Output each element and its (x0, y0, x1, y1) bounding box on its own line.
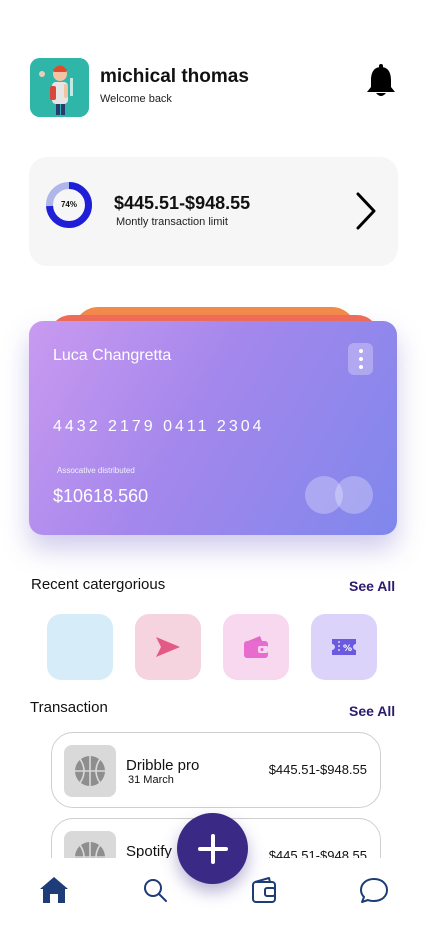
plus-icon (197, 833, 228, 864)
transaction-list: Dribble pro 31 March $445.51-$948.55 Spo… (0, 0, 428, 858)
chat-icon[interactable] (358, 874, 390, 906)
transaction-icon (64, 745, 116, 797)
basketball-icon (75, 756, 105, 786)
transaction-date: 31 March (128, 774, 174, 786)
home-icon[interactable] (38, 874, 70, 906)
basketball-icon (75, 842, 105, 858)
transaction-amount: $445.51-$948.55 (268, 762, 367, 777)
search-icon[interactable] (140, 874, 172, 906)
transaction-icon (64, 831, 116, 858)
transaction-title: Dribble pro (126, 757, 200, 774)
add-button[interactable] (177, 813, 248, 884)
transaction-amount: $445.51-$948.55 (268, 848, 367, 858)
transaction-title: Spotify (126, 843, 172, 858)
transaction-item[interactable]: Dribble pro 31 March $445.51-$948.55 (51, 732, 381, 808)
wallet-icon[interactable] (248, 874, 280, 906)
